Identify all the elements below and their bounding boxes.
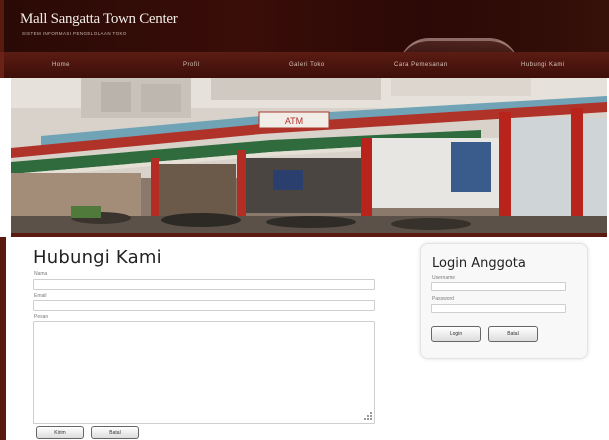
password-field[interactable] — [431, 304, 566, 313]
login-title: Login Anggota — [432, 256, 526, 271]
page-title: Hubungi Kami — [33, 247, 162, 268]
login-reset-button[interactable]: Batal — [488, 326, 538, 342]
email-label: Email — [34, 293, 47, 299]
name-field[interactable] — [33, 279, 375, 290]
site-header: Mall Sangatta Town Center SISTEM INFORMA… — [0, 0, 609, 68]
banner-image: ATM — [11, 78, 607, 237]
nav-item-hubungi-kami[interactable]: Hubungi Kami — [521, 62, 565, 68]
nav-item-cara-pemesanan[interactable]: Cara Pemesanan — [394, 62, 448, 68]
main-nav: Home Profil Galeri Toko Cara Pemesanan H… — [0, 52, 609, 78]
password-label: Password — [432, 296, 454, 302]
reset-button[interactable]: Batal — [91, 426, 139, 439]
resize-grip-icon[interactable] — [363, 411, 372, 420]
storefront-photo: ATM — [11, 78, 607, 233]
send-button[interactable]: Kirim — [36, 426, 84, 439]
site-title: Mall Sangatta Town Center — [20, 11, 178, 27]
atm-sign: ATM — [285, 116, 303, 126]
nav-item-home[interactable]: Home — [52, 62, 70, 68]
message-label: Pesan — [34, 314, 49, 320]
site-subtitle: SISTEM INFORMASI PENGELOLAAN TOKO — [22, 31, 127, 36]
nav-item-galeri-toko[interactable]: Galeri Toko — [289, 62, 325, 68]
message-textarea[interactable] — [33, 321, 375, 424]
email-field[interactable] — [33, 300, 375, 311]
name-label: Nama — [34, 271, 48, 277]
username-field[interactable] — [431, 282, 566, 291]
username-label: Username — [432, 275, 456, 281]
login-button[interactable]: Login — [431, 326, 481, 342]
nav-item-profil[interactable]: Profil — [183, 62, 200, 68]
